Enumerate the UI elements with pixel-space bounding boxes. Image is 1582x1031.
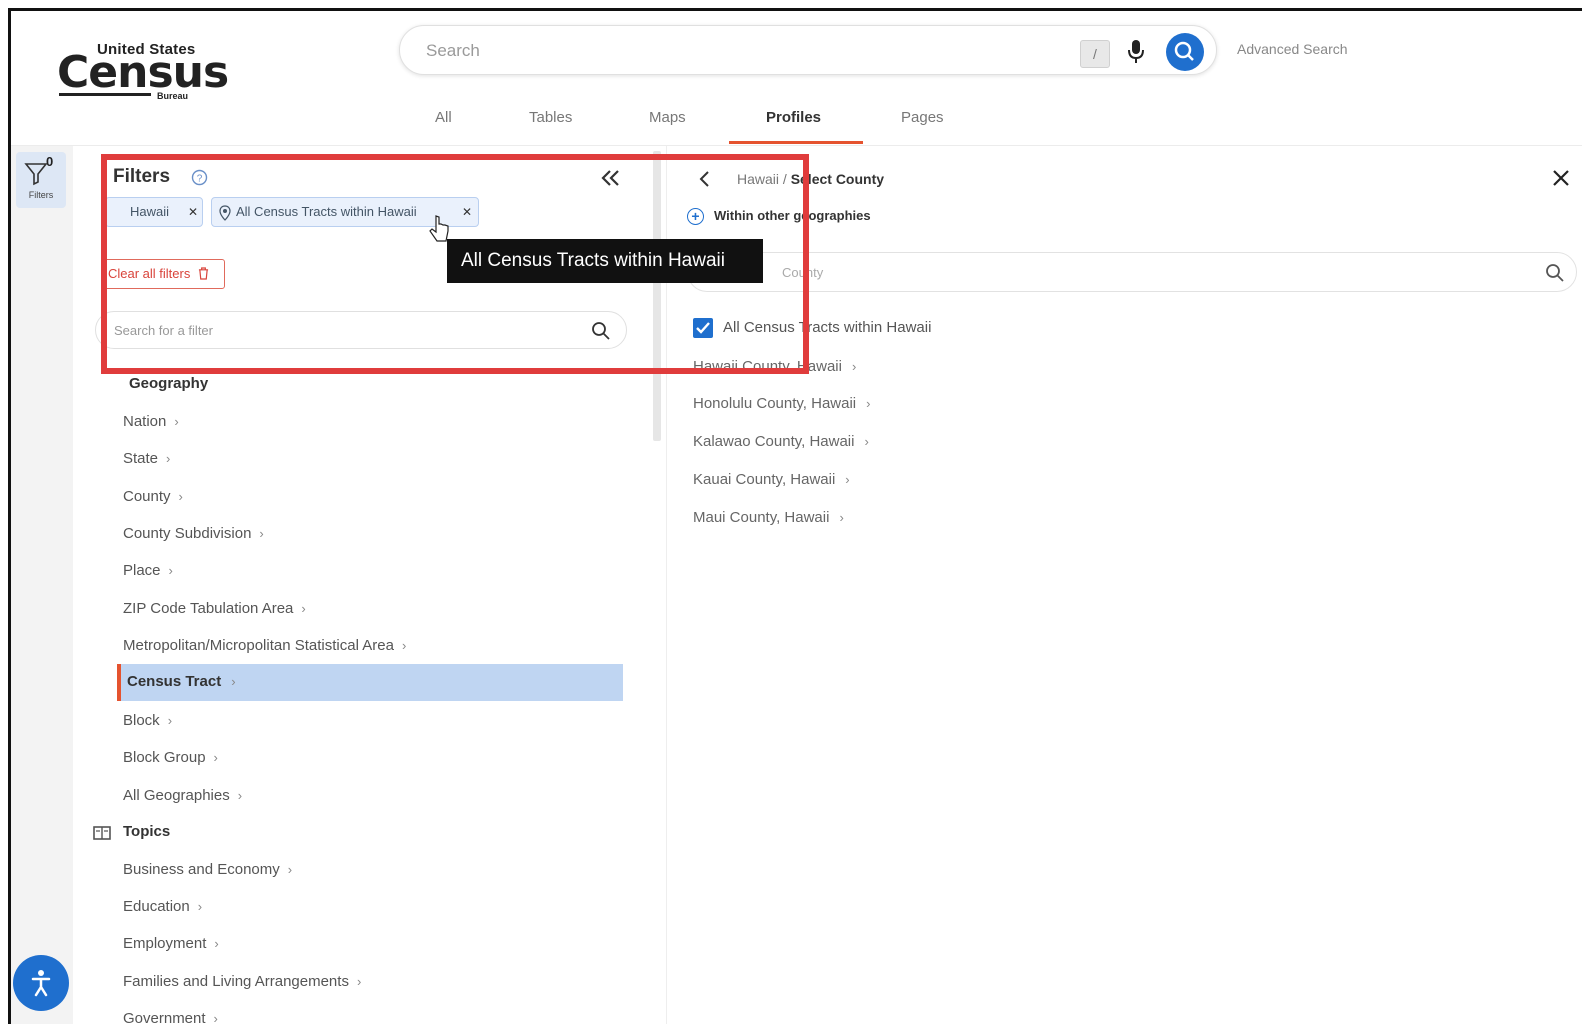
left-rail: 0 Filters [11, 146, 73, 1024]
topic-item-government[interactable]: Government › [123, 1010, 218, 1024]
help-icon[interactable]: ? [191, 169, 208, 186]
topic-item-education[interactable]: Education › [123, 898, 202, 915]
geo-item-county[interactable]: County › [123, 488, 183, 505]
geography-heading[interactable]: Geography [129, 375, 208, 392]
geo-item-county-subdivision[interactable]: County Subdivision › [123, 525, 264, 542]
location-pin-icon [219, 205, 231, 221]
county-item[interactable]: Maui County, Hawaii › [693, 509, 844, 526]
search-icon [592, 322, 610, 340]
geo-item-census-tract[interactable]: Census Tract › [117, 664, 623, 701]
all-tracts-label: All Census Tracts within Hawaii [723, 318, 932, 336]
geo-item-place[interactable]: Place › [123, 562, 173, 579]
geo-item-state[interactable]: State › [123, 450, 170, 467]
chip-tooltip: All Census Tracts within Hawaii [447, 239, 763, 283]
filter-chip-hawaii[interactable]: Hawaii ✕ [105, 197, 203, 227]
panel-scrollbar[interactable] [653, 151, 661, 441]
tab-tables[interactable]: Tables [529, 109, 572, 126]
geo-item-all-geographies[interactable]: All Geographies › [123, 787, 242, 804]
plus-circle-icon: + [687, 208, 704, 226]
chip-label: All Census Tracts within Hawaii [236, 204, 417, 219]
main-search-input[interactable]: Search / [399, 25, 1217, 75]
chip-label: Hawaii [130, 204, 170, 219]
all-tracts-checkbox[interactable] [693, 318, 713, 338]
breadcrumb-parent[interactable]: Hawaii [737, 171, 779, 187]
close-icon[interactable] [1551, 168, 1571, 188]
advanced-search-link[interactable]: Advanced Search [1237, 41, 1348, 57]
accessibility-icon [31, 970, 51, 997]
geo-item-block[interactable]: Block › [123, 712, 172, 729]
county-search-placeholder: County [782, 265, 824, 280]
selected-item-label: Census Tract [127, 673, 222, 690]
mouse-cursor-icon [429, 215, 449, 242]
filter-icon [24, 163, 48, 186]
search-placeholder: Search [426, 41, 480, 60]
all-tracts-checkbox-row[interactable]: All Census Tracts within Hawaii [693, 318, 931, 338]
chip-remove-icon[interactable]: ✕ [462, 198, 472, 226]
census-logo[interactable]: United States Census Bureau [57, 41, 229, 105]
filters-toggle-label: Filters [28, 190, 54, 200]
svg-text:?: ? [197, 174, 203, 185]
geography-select-pane: Hawaii / Select County + Within other geo… [667, 146, 1582, 1024]
logo-bar [59, 93, 151, 96]
search-button[interactable] [1166, 33, 1204, 71]
within-other-geographies-link[interactable]: + Within other geographies [687, 208, 871, 226]
filters-toggle-button[interactable]: 0 Filters [16, 152, 66, 208]
topics-heading[interactable]: Topics [123, 823, 170, 840]
accessibility-button[interactable] [13, 955, 69, 1011]
county-search-input[interactable]: County [687, 252, 1577, 292]
topics-icon [93, 826, 111, 840]
app-window: United States Census Bureau Search / Adv… [8, 8, 1582, 1024]
geo-item-metro-area[interactable]: Metropolitan/Micropolitan Statistical Ar… [123, 637, 406, 654]
breadcrumb: Hawaii / Select County [737, 171, 885, 187]
county-item[interactable]: Kalawao County, Hawaii › [693, 433, 869, 450]
topic-item-employment[interactable]: Employment › [123, 935, 219, 952]
active-tab-indicator [729, 141, 863, 144]
search-icon [1174, 41, 1194, 61]
breadcrumb-current: Select County [790, 171, 885, 187]
shortcut-key: / [1080, 40, 1110, 68]
checkmark-icon [696, 322, 710, 334]
geo-item-block-group[interactable]: Block Group › [123, 749, 218, 766]
county-item[interactable]: Kauai County, Hawaii › [693, 471, 850, 488]
geo-item-zcta[interactable]: ZIP Code Tabulation Area › [123, 600, 306, 617]
trash-icon [198, 267, 209, 280]
clear-all-filters-button[interactable]: Clear all filters [101, 259, 225, 289]
topic-item-families[interactable]: Families and Living Arrangements › [123, 973, 361, 990]
chip-remove-icon[interactable]: ✕ [188, 198, 198, 226]
county-item[interactable]: Honolulu County, Hawaii › [693, 395, 870, 412]
tab-profiles[interactable]: Profiles [766, 109, 821, 126]
tab-maps[interactable]: Maps [649, 109, 686, 126]
tab-pages[interactable]: Pages [901, 109, 944, 126]
back-chevron-icon[interactable] [697, 170, 713, 188]
microphone-icon[interactable] [1126, 39, 1146, 65]
filter-count-badge: 0 [46, 154, 54, 169]
clear-all-label: Clear all filters [108, 266, 191, 281]
logo-name: Census [57, 47, 229, 98]
filters-title: Filters [113, 166, 171, 187]
collapse-panel-icon[interactable] [599, 168, 623, 188]
tab-all[interactable]: All [435, 109, 452, 126]
county-item[interactable]: Hawaii County, Hawaii › [693, 358, 856, 375]
logo-bottom-text: Bureau [157, 91, 189, 101]
filter-search-input[interactable]: Search for a filter [95, 311, 627, 349]
topic-item-business[interactable]: Business and Economy › [123, 861, 292, 878]
filter-search-placeholder: Search for a filter [114, 323, 213, 338]
search-icon [1546, 264, 1564, 282]
geo-item-nation[interactable]: Nation › [123, 413, 179, 430]
